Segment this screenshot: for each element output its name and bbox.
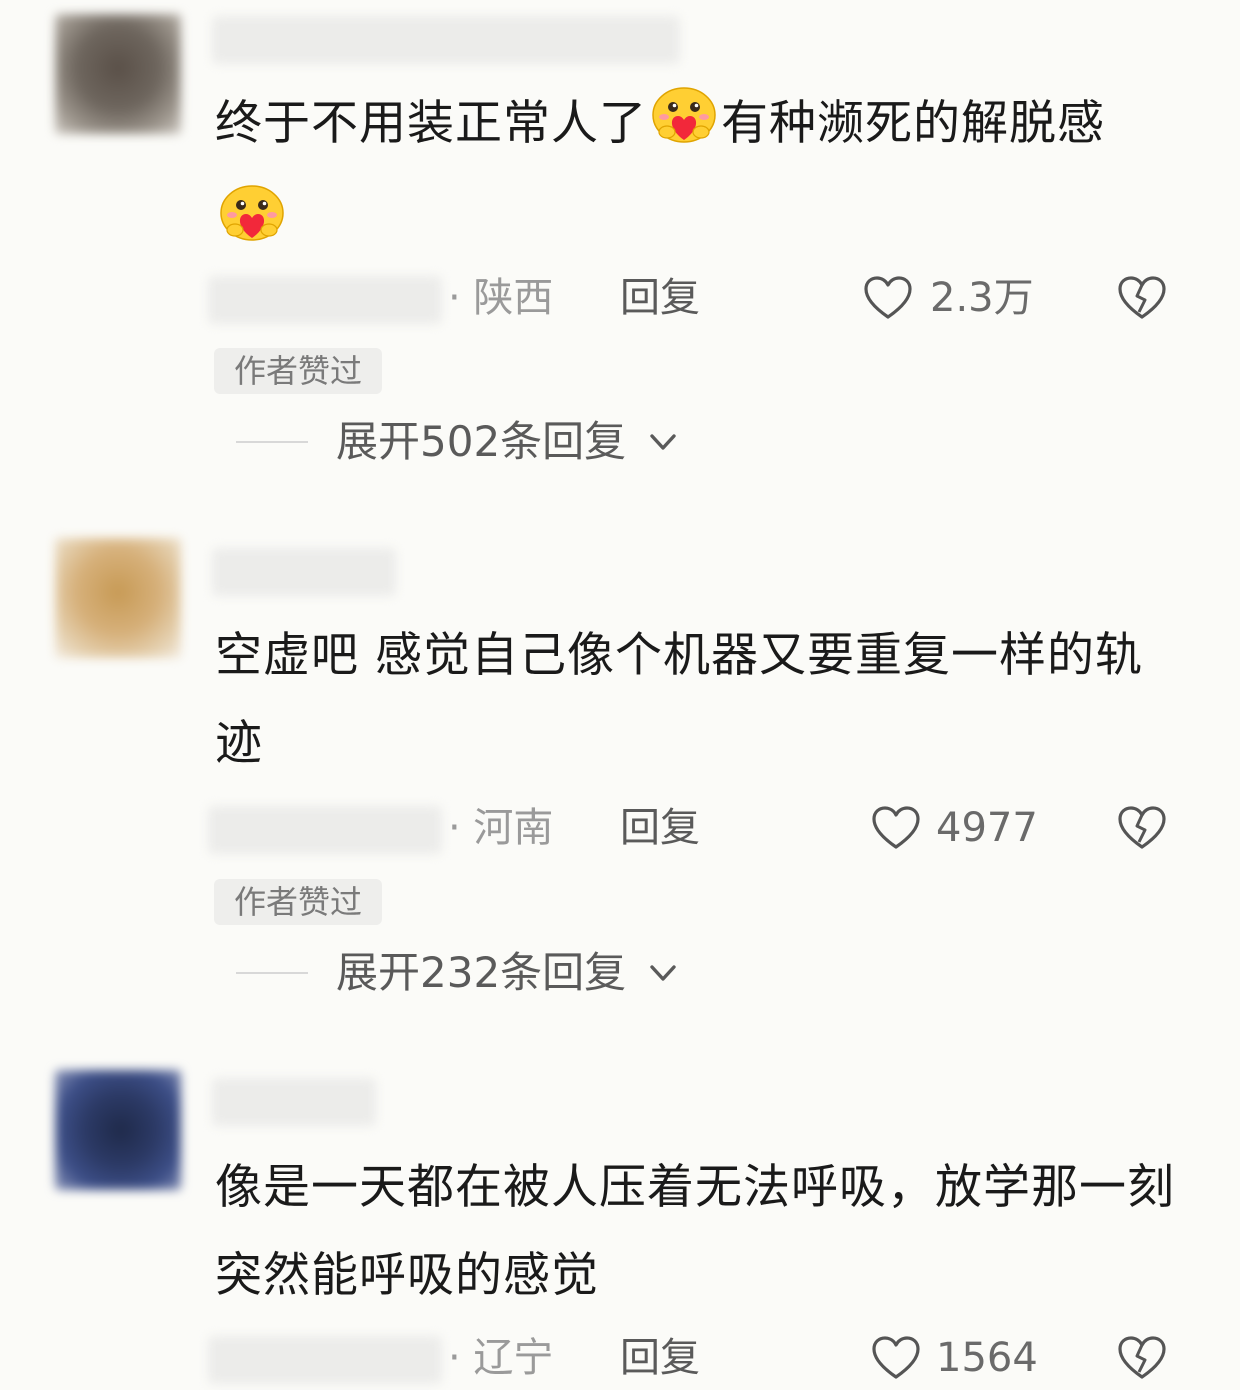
like-count: 2.3万 bbox=[930, 275, 1034, 321]
username-blurred[interactable] bbox=[212, 548, 396, 596]
username-blurred[interactable] bbox=[212, 16, 680, 64]
comment-text-part-2: 有种濒死的解脱感 bbox=[721, 96, 1105, 151]
username-blurred[interactable] bbox=[212, 1078, 376, 1126]
chevron-down-icon[interactable] bbox=[645, 955, 681, 991]
author-liked-badge: 作者赞过 bbox=[214, 348, 382, 394]
like-count: 1564 bbox=[936, 1335, 1038, 1381]
avatar[interactable] bbox=[55, 1070, 181, 1190]
timestamp-blurred bbox=[208, 1336, 442, 1384]
expand-replies-label[interactable]: 展开502条回复 bbox=[336, 412, 626, 472]
comment-text: 空虚吧 感觉自己像个机器又要重复一样的轨迹 bbox=[215, 628, 1143, 771]
hug-heart-emoji-icon bbox=[217, 183, 287, 276]
broken-heart-icon[interactable] bbox=[1116, 1332, 1168, 1384]
avatar[interactable] bbox=[55, 14, 181, 134]
broken-heart-icon[interactable] bbox=[1116, 272, 1168, 324]
expand-replies-label[interactable]: 展开232条回复 bbox=[336, 943, 626, 1003]
timestamp-blurred bbox=[208, 806, 442, 854]
reply-button[interactable]: 回复 bbox=[620, 1330, 700, 1386]
comment-text: 终于不用装正常人了 有种濒死的解脱感 bbox=[215, 80, 1180, 276]
region-label: · 陕西 bbox=[448, 275, 554, 321]
comment-text-part-1: 终于不用装正常人了 bbox=[215, 96, 647, 151]
divider bbox=[236, 441, 308, 443]
region-label: · 河南 bbox=[448, 805, 554, 851]
comment-meta: · 河南 回复 4977 bbox=[0, 800, 1240, 860]
comment-text: 像是一天都在被人压着无法呼吸，放学那一刻突然能呼吸的感觉 bbox=[215, 1160, 1175, 1303]
region-label: · 辽宁 bbox=[448, 1335, 554, 1381]
like-count: 4977 bbox=[936, 805, 1038, 851]
comment-meta: · 陕西 回复 2.3万 bbox=[0, 270, 1240, 330]
expand-replies[interactable]: 展开232条回复 bbox=[0, 943, 1240, 1003]
expand-replies[interactable]: 展开502条回复 bbox=[0, 412, 1240, 472]
heart-icon[interactable] bbox=[870, 802, 922, 854]
timestamp-blurred bbox=[208, 276, 442, 324]
chevron-down-icon[interactable] bbox=[645, 424, 681, 460]
heart-icon[interactable] bbox=[862, 272, 914, 324]
divider bbox=[236, 972, 308, 974]
author-liked-badge: 作者赞过 bbox=[214, 879, 382, 925]
reply-button[interactable]: 回复 bbox=[620, 800, 700, 856]
avatar[interactable] bbox=[55, 538, 181, 658]
hug-heart-emoji-icon bbox=[649, 85, 719, 178]
heart-icon[interactable] bbox=[870, 1332, 922, 1384]
broken-heart-icon[interactable] bbox=[1116, 802, 1168, 854]
comment-meta: · 辽宁 回复 1564 bbox=[0, 1330, 1240, 1390]
reply-button[interactable]: 回复 bbox=[620, 270, 700, 326]
